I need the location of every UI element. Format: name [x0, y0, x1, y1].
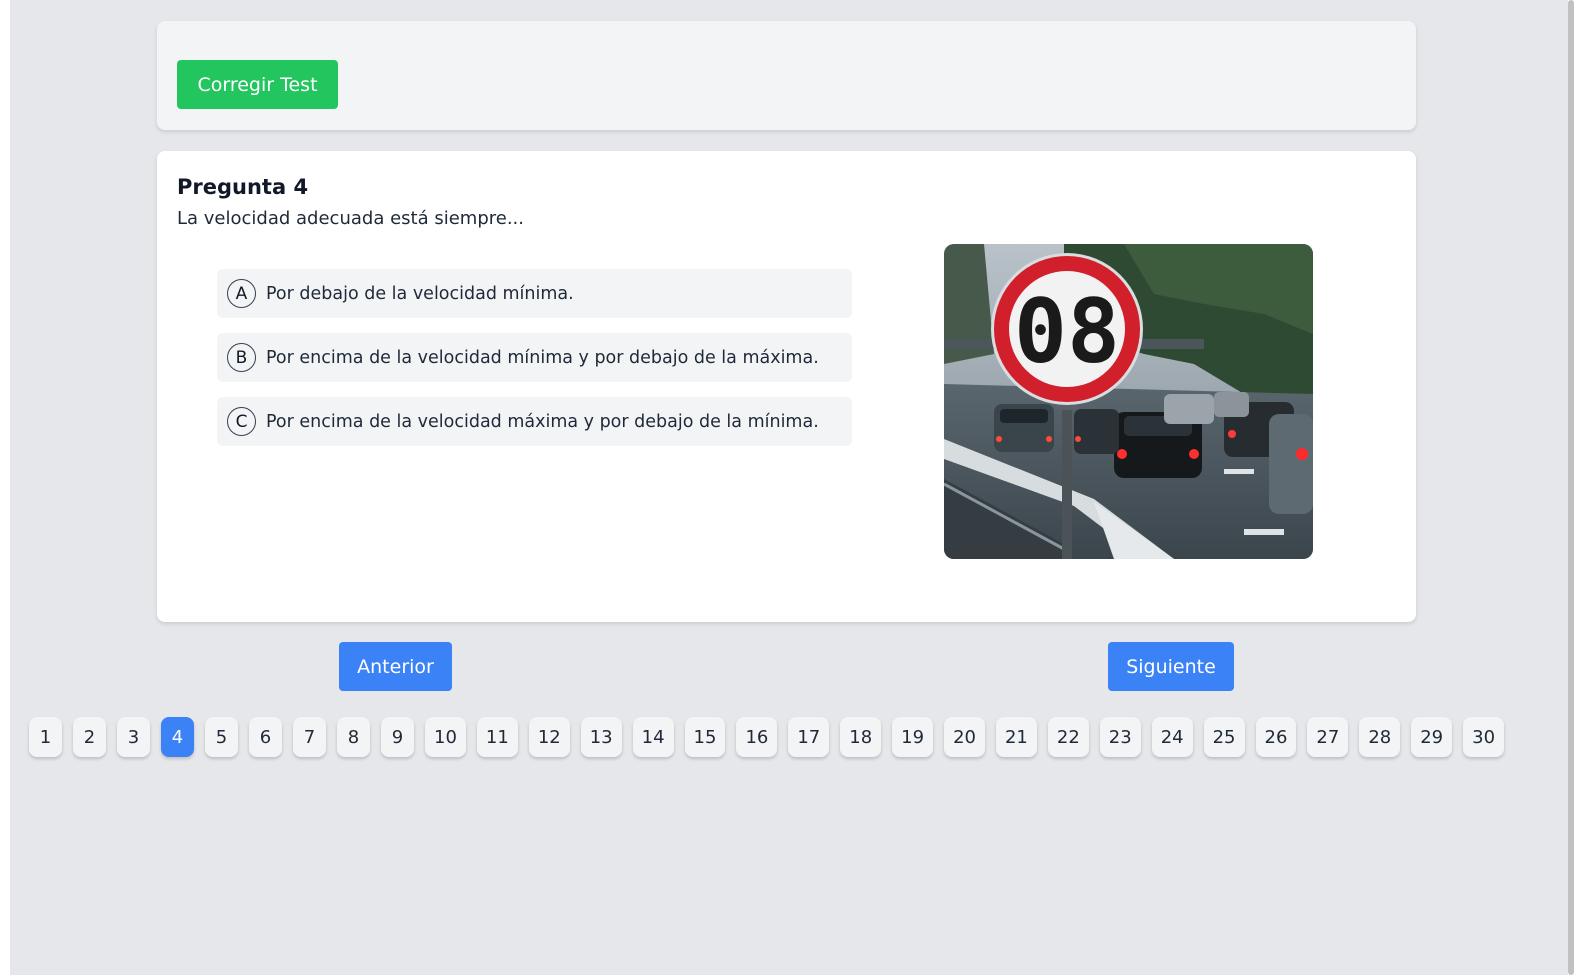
page-button-18[interactable]: 18 — [840, 717, 882, 757]
page-button-29[interactable]: 29 — [1411, 717, 1453, 757]
page-button-19[interactable]: 19 — [892, 717, 934, 757]
page-button-6[interactable]: 6 — [249, 717, 282, 757]
page-button-3[interactable]: 3 — [117, 717, 150, 757]
page-button-14[interactable]: 14 — [632, 717, 674, 757]
page-button-11[interactable]: 11 — [476, 717, 518, 757]
page-button-8[interactable]: 8 — [337, 717, 370, 757]
page-button-4[interactable]: 4 — [161, 717, 194, 757]
answer-option-c[interactable]: C Por encima de la velocidad máxima y po… — [217, 397, 852, 446]
previous-button[interactable]: Anterior — [339, 642, 452, 691]
option-letter-c: C — [227, 407, 256, 436]
left-edge — [0, 0, 10, 975]
option-letter-a: A — [227, 279, 256, 308]
page-button-7[interactable]: 7 — [293, 717, 326, 757]
sign-number: 08 — [1014, 280, 1120, 383]
option-text-b: Por encima de la velocidad mínima y por … — [266, 347, 819, 368]
option-text-c: Por encima de la velocidad máxima y por … — [266, 411, 819, 432]
page-button-25[interactable]: 25 — [1203, 717, 1245, 757]
question-title: Pregunta 4 — [177, 175, 309, 199]
speed-sign-photo: 08 — [944, 244, 1313, 559]
option-text-a: Por debajo de la velocidad mínima. — [266, 283, 574, 304]
answer-option-b[interactable]: B Por encima de la velocidad mínima y po… — [217, 333, 852, 382]
page-button-24[interactable]: 24 — [1151, 717, 1193, 757]
page-button-28[interactable]: 28 — [1359, 717, 1401, 757]
page-button-30[interactable]: 30 — [1463, 717, 1505, 757]
question-image: 08 — [944, 244, 1313, 559]
question-text: La velocidad adecuada está siempre... — [177, 208, 524, 229]
page-button-21[interactable]: 21 — [995, 717, 1037, 757]
page-button-27[interactable]: 27 — [1307, 717, 1349, 757]
next-button[interactable]: Siguiente — [1108, 642, 1234, 691]
page-button-1[interactable]: 1 — [29, 717, 62, 757]
page-button-26[interactable]: 26 — [1255, 717, 1297, 757]
page-button-22[interactable]: 22 — [1047, 717, 1089, 757]
correct-test-button[interactable]: Corregir Test — [177, 60, 338, 109]
scrollbar-thumb[interactable] — [1568, 0, 1574, 975]
answer-option-a[interactable]: A Por debajo de la velocidad mínima. — [217, 269, 852, 318]
page-button-5[interactable]: 5 — [205, 717, 238, 757]
page-button-15[interactable]: 15 — [684, 717, 726, 757]
page-button-16[interactable]: 16 — [736, 717, 778, 757]
page-button-23[interactable]: 23 — [1099, 717, 1141, 757]
option-letter-b: B — [227, 343, 256, 372]
page-button-2[interactable]: 2 — [73, 717, 106, 757]
page-button-12[interactable]: 12 — [528, 717, 570, 757]
question-card: Pregunta 4 La velocidad adecuada está si… — [157, 151, 1416, 622]
page-button-13[interactable]: 13 — [580, 717, 622, 757]
page-button-10[interactable]: 10 — [425, 717, 466, 757]
question-pager: 1 2 3 4 5 6 7 8 9 10 11 12 13 14 15 16 17 18 19 20 21 22 23 24 2… — [29, 717, 1505, 757]
page-button-20[interactable]: 20 — [944, 717, 985, 757]
page-button-9[interactable]: 9 — [381, 717, 414, 757]
test-toolbar: Corregir Test — [157, 21, 1416, 130]
page-button-17[interactable]: 17 — [788, 717, 830, 757]
